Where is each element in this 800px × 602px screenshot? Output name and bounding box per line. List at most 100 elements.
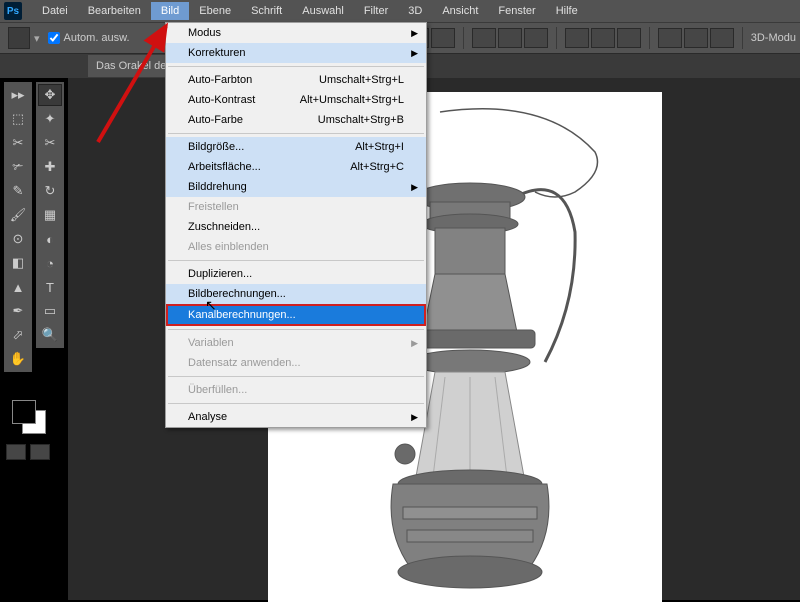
menu-auswahl[interactable]: Auswahl: [292, 2, 354, 20]
menu-separator: [168, 376, 424, 377]
menu-item-bildgr-e[interactable]: Bildgröße... Alt+Strg+I: [166, 137, 426, 157]
move-tool-icon[interactable]: ✥: [38, 84, 62, 106]
menu-item-bilddrehung[interactable]: Bilddrehung ▶: [166, 177, 426, 197]
threeD-mode-label: 3D-Modu: [751, 32, 796, 44]
gradient-tool-icon[interactable]: ▲: [6, 276, 30, 298]
distribute-btn[interactable]: [591, 28, 615, 48]
distribute-group: [658, 28, 734, 48]
menu-ansicht[interactable]: Ansicht: [432, 2, 488, 20]
distribute-btn[interactable]: [658, 28, 682, 48]
auto-select-checkbox[interactable]: Autom. ausw.: [48, 32, 130, 44]
menu-item-label: Datensatz anwenden...: [188, 357, 301, 369]
menu-item-auto-farbton[interactable]: Auto-FarbtonUmschalt+Strg+L: [166, 70, 426, 90]
collapse-icon[interactable]: ▸▸: [6, 84, 30, 106]
menu-bar: Ps Datei Bearbeiten Bild Ebene Schrift A…: [0, 0, 800, 22]
fill-tool-icon[interactable]: ▦: [38, 204, 62, 226]
foreground-swatch[interactable]: [12, 400, 36, 424]
menu-item-label: Auto-Farbe: [188, 114, 243, 126]
submenu-arrow-icon: ▶: [411, 28, 418, 39]
separator: [463, 27, 464, 49]
chevron-down-icon[interactable]: ▾: [34, 32, 40, 45]
tool-preset-icon[interactable]: [8, 27, 30, 49]
menu-item-label: Analyse: [188, 411, 227, 423]
screenmode-icon[interactable]: [30, 444, 50, 460]
menu-item-alles-einblenden: Alles einblenden: [166, 237, 426, 257]
distribute-btn[interactable]: [617, 28, 641, 48]
tools-panel-col2: ✥ ✦ ✂ ✚ ↻ ▦ ◐ ◔ T ▭ 🔍: [36, 82, 64, 348]
menu-item-label: Auto-Kontrast: [188, 94, 255, 106]
menu-item-label: Zuschneiden...: [188, 221, 260, 233]
menu-separator: [168, 133, 424, 134]
path-tool-icon[interactable]: ⬀: [6, 324, 30, 346]
menu-item-label: Arbeitsfläche...: [188, 161, 261, 173]
align-group: [472, 28, 548, 48]
wand-tool-icon[interactable]: ✦: [38, 108, 62, 130]
menu-shortcut: Umschalt+Strg+L: [319, 74, 404, 86]
blur-tool-icon[interactable]: ◔: [38, 252, 62, 274]
menu-hilfe[interactable]: Hilfe: [546, 2, 588, 20]
menu-shortcut: Alt+Umschalt+Strg+L: [300, 94, 404, 106]
menu-item-label: Bilddrehung: [188, 181, 247, 193]
menu-bearbeiten[interactable]: Bearbeiten: [78, 2, 151, 20]
menu-item-duplizieren[interactable]: Duplizieren...: [166, 264, 426, 284]
healing-tool-icon[interactable]: ✚: [38, 156, 62, 178]
type-tool-icon[interactable]: T: [38, 276, 62, 298]
menu-separator: [168, 403, 424, 404]
menu-separator: [168, 66, 424, 67]
slice-tool-icon[interactable]: ✂: [38, 132, 62, 154]
tab-label: Das Orakel des: [96, 60, 172, 72]
lasso-tool-icon[interactable]: ✂: [6, 132, 30, 154]
separator: [649, 27, 650, 49]
shape-tool-icon[interactable]: ▭: [38, 300, 62, 322]
menu-datei[interactable]: Datei: [32, 2, 78, 20]
menu-item-auto-farbe[interactable]: Auto-Farbe Umschalt+Strg+B: [166, 110, 426, 130]
menu-item-label: Duplizieren...: [188, 268, 252, 280]
menu-shortcut: Umschalt+Strg+B: [318, 114, 404, 126]
menu-item-bildberechnungen[interactable]: Bildberechnungen...: [166, 284, 426, 304]
menu-item-datensatz-anwenden: Datensatz anwenden...: [166, 353, 426, 373]
menu-item-modus[interactable]: Modus▶: [166, 23, 426, 43]
eraser-tool-icon[interactable]: ◧: [6, 252, 30, 274]
menu-shortcut: Alt+Strg+I: [355, 141, 404, 153]
menu-item-auto-kontrast[interactable]: Auto-Kontrast Alt+Umschalt+Strg+L: [166, 90, 426, 110]
align-btn[interactable]: [472, 28, 496, 48]
distribute-btn[interactable]: [565, 28, 589, 48]
pen-tool-icon[interactable]: ✒: [6, 300, 30, 322]
color-swatches[interactable]: [12, 400, 48, 436]
distribute-btn[interactable]: [684, 28, 708, 48]
menu-item-label: Korrekturen: [188, 47, 245, 59]
menu-item-analyse[interactable]: Analyse ▶: [166, 407, 426, 427]
menu-item-label: Bildgröße...: [188, 141, 244, 153]
menu-ebene[interactable]: Ebene: [189, 2, 241, 20]
menu-bild[interactable]: Bild: [151, 2, 189, 20]
submenu-arrow-icon: ▶: [411, 182, 418, 193]
clone-tool-icon[interactable]: ⊙: [6, 228, 30, 250]
align-btn[interactable]: [431, 28, 455, 48]
menu-separator: [168, 329, 424, 330]
hand-tool-icon[interactable]: ✋: [6, 348, 30, 370]
menu-item-korrekturen[interactable]: Korrekturen▶: [166, 43, 426, 63]
menu-fenster[interactable]: Fenster: [488, 2, 545, 20]
align-btn[interactable]: [498, 28, 522, 48]
submenu-arrow-icon: ▶: [411, 412, 418, 423]
menu-item-freistellen: Freistellen: [166, 197, 426, 217]
distribute-btn[interactable]: [710, 28, 734, 48]
eyedropper-tool-icon[interactable]: ✎: [6, 180, 30, 202]
separator: [742, 27, 743, 49]
menu-item-arbeitsfl-che[interactable]: Arbeitsfläche...Alt+Strg+C: [166, 157, 426, 177]
crop-tool-icon[interactable]: ✃: [6, 156, 30, 178]
menu-filter[interactable]: Filter: [354, 2, 398, 20]
quickmask-icon[interactable]: [6, 444, 26, 460]
align-btn[interactable]: [524, 28, 548, 48]
menu-item-zuschneiden[interactable]: Zuschneiden...: [166, 217, 426, 237]
history-brush-icon[interactable]: ↻: [38, 180, 62, 202]
menu-schrift[interactable]: Schrift: [241, 2, 292, 20]
zoom-tool-icon[interactable]: 🔍: [38, 324, 62, 346]
menu-3d[interactable]: 3D: [398, 2, 432, 20]
dodge-tool-icon[interactable]: ◐: [38, 228, 62, 250]
bild-menu-dropdown: Modus▶Korrekturen▶Auto-FarbtonUmschalt+S…: [165, 22, 427, 428]
brush-tool-icon[interactable]: 🖌: [6, 204, 30, 226]
menu-item-kanalberechnungen[interactable]: Kanalberechnungen...: [166, 304, 426, 326]
marquee-tool-icon[interactable]: ⬚: [6, 108, 30, 130]
auto-select-label: Autom. ausw.: [64, 32, 130, 44]
